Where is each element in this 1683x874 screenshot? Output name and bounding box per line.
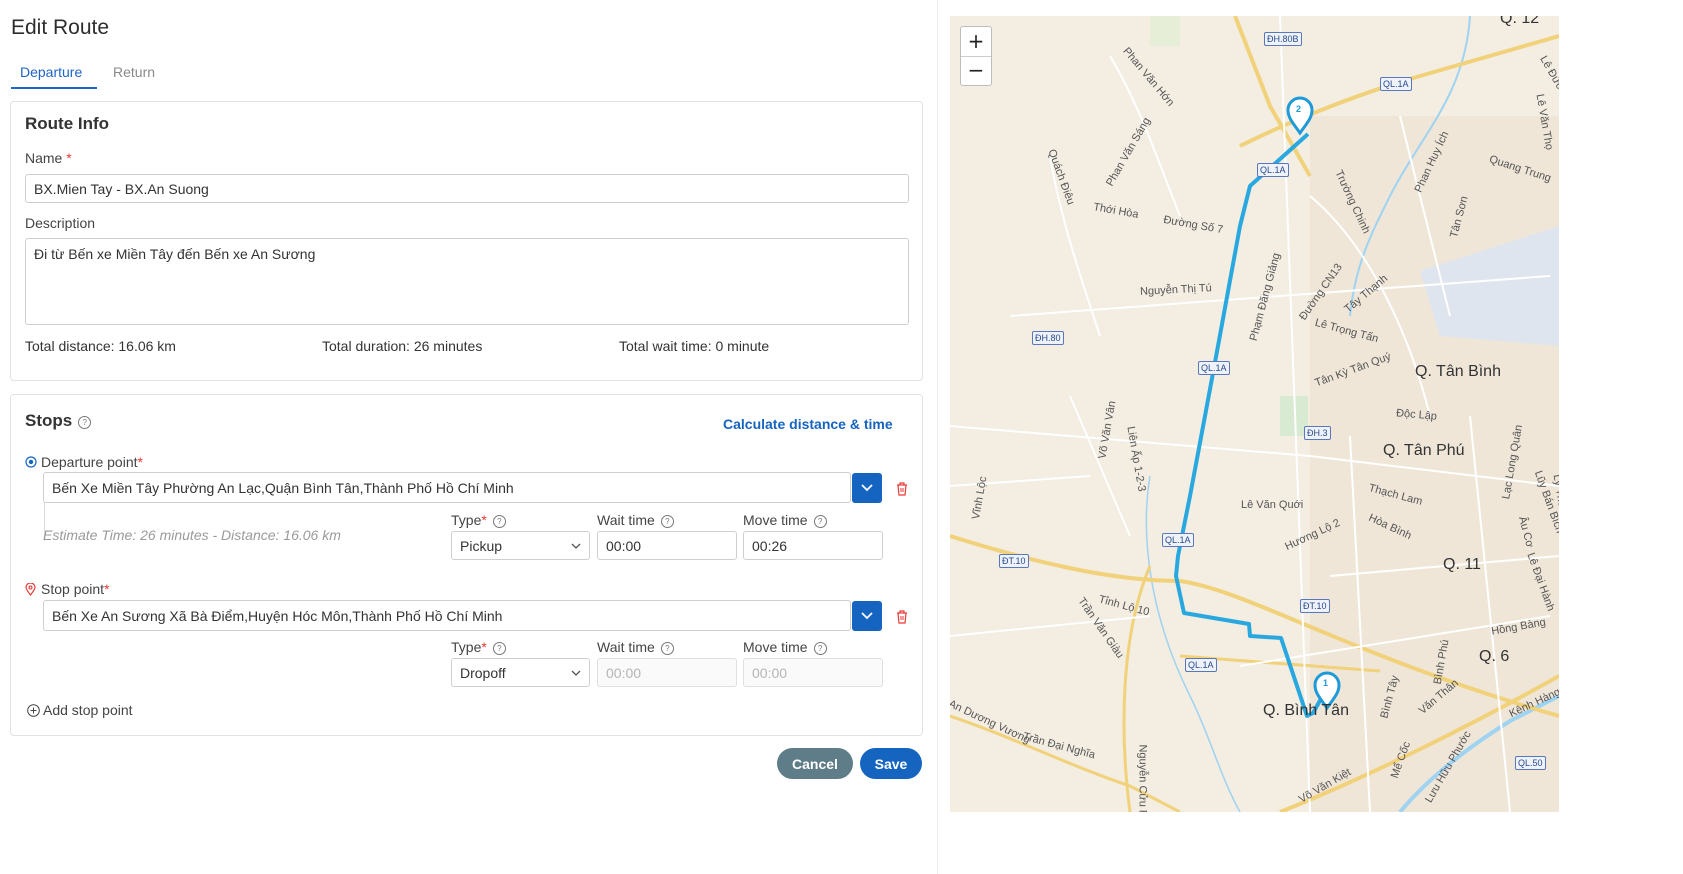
highway-shield: ĐT.10 xyxy=(999,554,1029,568)
departure-move-input[interactable]: 00:26 xyxy=(743,531,883,560)
active-tab-indicator xyxy=(11,87,97,89)
stop-point-input[interactable]: Bến Xe An Sương Xã Bà Điểm,Huyện Hóc Môn… xyxy=(43,600,851,631)
help-icon: ? xyxy=(660,642,674,655)
departure-estimate-text: Estimate Time: 26 minutes - Distance: 16… xyxy=(43,527,341,543)
calculate-distance-button[interactable]: Calculate distance & time xyxy=(723,416,893,432)
highway-shield: QL.1A xyxy=(1185,658,1217,672)
plus-circle-icon xyxy=(27,704,40,717)
route-map[interactable]: 1 2 + − Q. 12 Q. Tân Bình Q. Tân Phú Q. … xyxy=(950,16,1559,812)
name-label: Name * xyxy=(25,150,72,166)
cancel-button[interactable]: Cancel xyxy=(777,748,853,779)
delete-departure-icon[interactable] xyxy=(895,481,909,496)
help-icon: ? xyxy=(813,515,827,528)
location-pin-icon xyxy=(25,582,36,596)
start-marker-label: 1 xyxy=(1323,678,1329,688)
road-label: Lê Văn Quới xyxy=(1241,499,1304,511)
route-tabs: Departure Return xyxy=(11,58,921,90)
route-name-input[interactable]: BX.Mien Tay - BX.An Suong xyxy=(25,174,909,203)
highway-shield: QL.1A xyxy=(1257,163,1289,177)
total-duration: Total duration: 26 minutes xyxy=(322,338,483,354)
stops-card: Stops? Calculate distance & time Departu… xyxy=(10,394,923,736)
highway-shield: ĐH.3 xyxy=(1304,426,1331,440)
delete-stop-icon[interactable] xyxy=(895,609,909,624)
route-info-title: Route Info xyxy=(25,114,110,133)
road-label: Nguyễn Cửu Phú xyxy=(1136,744,1149,812)
stop-move-label: Move time? xyxy=(743,639,827,655)
highway-shield: ĐH.80 xyxy=(1032,331,1064,345)
page-title: Edit Route xyxy=(11,16,110,39)
route-info-card: Route Info Name * BX.Mien Tay - BX.An Su… xyxy=(10,101,923,381)
highway-shield: QL.1A xyxy=(1380,77,1412,91)
district-label: Q. Tân Bình xyxy=(1415,363,1501,380)
departure-wait-label: Wait time? xyxy=(597,512,674,528)
departure-move-label: Move time? xyxy=(743,512,827,528)
stops-title: Stops? xyxy=(25,411,92,431)
chevron-down-icon xyxy=(861,484,873,492)
tab-departure[interactable]: Departure xyxy=(20,64,82,80)
stop-point-label: Stop point* xyxy=(25,581,110,597)
district-label: Q. Tân Phú xyxy=(1383,442,1465,459)
departure-point-input[interactable]: Bến Xe Miền Tây Phường An Lạc,Quận Bình … xyxy=(43,472,851,503)
highway-shield: QL.50 xyxy=(1515,756,1546,770)
end-marker-label: 2 xyxy=(1296,104,1302,114)
panel-divider xyxy=(937,0,938,874)
stop-type-label: Type*? xyxy=(451,639,506,655)
total-wait-time: Total wait time: 0 minute xyxy=(619,338,770,354)
chevron-down-icon xyxy=(571,670,581,676)
district-label: Q. 6 xyxy=(1479,648,1510,665)
stop-wait-label: Wait time? xyxy=(597,639,674,655)
stop-dropdown-button[interactable] xyxy=(852,601,882,631)
save-button[interactable]: Save xyxy=(860,748,922,779)
departure-type-select[interactable]: Pickup xyxy=(451,531,590,560)
district-label: Q. 12 xyxy=(1500,16,1540,27)
highway-shield: ĐT.10 xyxy=(1300,599,1330,613)
help-icon: ? xyxy=(78,416,92,429)
chevron-down-icon xyxy=(571,543,581,549)
add-stop-point-button[interactable]: Add stop point xyxy=(27,702,133,718)
departure-point-label: Departure point* xyxy=(25,454,143,470)
stop-wait-input[interactable]: 00:00 xyxy=(597,658,737,687)
district-label: Q. Bình Tân xyxy=(1263,702,1349,719)
highway-shield: QL.1A xyxy=(1162,533,1194,547)
stop-type-select[interactable]: Dropoff xyxy=(451,658,590,687)
map-base xyxy=(950,16,1559,812)
tab-return[interactable]: Return xyxy=(113,64,155,80)
departure-type-label: Type*? xyxy=(451,512,506,528)
help-icon: ? xyxy=(813,642,827,655)
help-icon: ? xyxy=(492,515,506,528)
target-icon xyxy=(25,456,37,468)
stop-move-input[interactable]: 00:00 xyxy=(743,658,883,687)
help-icon: ? xyxy=(660,515,674,528)
description-label: Description xyxy=(25,215,96,231)
highway-shield: QL.1A xyxy=(1198,361,1230,375)
zoom-control: + − xyxy=(960,26,992,86)
total-distance: Total distance: 16.06 km xyxy=(25,338,176,354)
route-form-panel: Edit Route Departure Return Route Info N… xyxy=(0,0,935,874)
help-icon: ? xyxy=(492,642,506,655)
zoom-out-button[interactable]: − xyxy=(961,56,991,84)
zoom-in-button[interactable]: + xyxy=(961,27,991,55)
route-description-textarea[interactable]: Đi từ Bến xe Miền Tây đến Bến xe An Sươn… xyxy=(25,238,909,325)
departure-wait-input[interactable]: 00:00 xyxy=(597,531,737,560)
departure-dropdown-button[interactable] xyxy=(852,473,882,503)
chevron-down-icon xyxy=(861,612,873,620)
district-label: Q. 11 xyxy=(1443,556,1481,573)
highway-shield: ĐH.80B xyxy=(1264,32,1302,46)
